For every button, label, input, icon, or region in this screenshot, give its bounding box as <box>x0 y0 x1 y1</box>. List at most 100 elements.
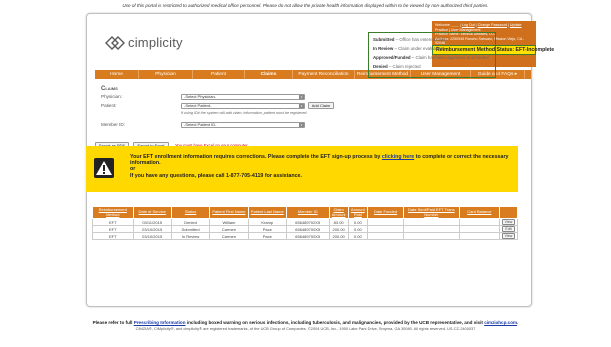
legend-submitted: Submitted – Office has entered claim <box>373 35 491 44</box>
alert-or: or <box>130 166 136 173</box>
cell-date-funded <box>366 225 405 233</box>
claims-table: Reimbursement Method Date of Service Sta… <box>92 206 518 240</box>
table-row: EFT 03/11/2015 Denied William Kramp 6564… <box>92 218 518 226</box>
brand-name: cimplicity <box>128 35 183 50</box>
table-header-row: Reimbursement Method Date of Service Sta… <box>92 206 518 219</box>
cell-card-balance <box>458 225 501 233</box>
cell-amount-paid: 0.00 <box>347 225 368 233</box>
member-id-select[interactable]: -Select Patient ID- ▾ <box>181 122 305 128</box>
col-patient-last-name[interactable]: Patient Last Name <box>247 206 287 219</box>
table-row: EFT 03/10/2015 Submitted Carmen Pace 656… <box>92 225 518 233</box>
col-eft-trans-number[interactable]: Date Sent/Paid EFT Trans Number <box>403 206 460 219</box>
cell-first-name: Carmen <box>209 232 249 240</box>
patient-label: Patient: <box>101 103 117 108</box>
legend-desc: – Office has entered claim <box>394 37 447 42</box>
cell-action: Edit <box>499 225 518 233</box>
physician-select[interactable]: -Select Physician- ▾ <box>181 94 305 100</box>
member-id-label: Member ID: <box>101 122 125 127</box>
col-amount-paid[interactable]: Amount Paid <box>347 206 368 219</box>
cell-claim-amount: 200.00 <box>328 232 349 240</box>
nav-physician[interactable]: Physician <box>139 70 193 79</box>
cell-card-balance <box>458 218 501 226</box>
legend-term: Approved/Funded <box>373 55 411 60</box>
view-button[interactable]: View <box>501 219 516 225</box>
col-card-balance[interactable]: Card Balance <box>458 206 501 219</box>
legend-desc: – Claim has been approved and funded <box>410 55 489 60</box>
footer-end: . <box>517 320 519 325</box>
cell-last-name: Pace <box>247 225 287 233</box>
cell-date: 03/10/2015 <box>132 225 172 233</box>
legend-term: In Review <box>373 46 394 51</box>
cell-method: EFT <box>92 232 134 240</box>
nav-arrow-icon: ▸ <box>514 72 518 77</box>
chevron-down-icon: ▾ <box>299 95 304 99</box>
cell-date: 03/11/2015 <box>132 218 172 226</box>
col-status[interactable]: Status <box>170 206 211 219</box>
legend-desc: – Claim rejected <box>387 64 421 69</box>
col-date-of-service[interactable]: Date of Service <box>132 206 172 219</box>
cell-first-name: Carmen <box>209 225 249 233</box>
footer-mid: including boxed warning on serious infec… <box>185 320 485 325</box>
table-row: EFT 03/10/2015 In Review Carmen Pace 656… <box>92 232 518 240</box>
user-management-link[interactable]: User Management <box>451 28 481 32</box>
log-out-link[interactable]: Log Out <box>462 23 475 27</box>
cell-action: View <box>499 218 518 226</box>
welcome-links: Welcome ____ | Log Out | Change Password… <box>435 23 522 32</box>
cell-claim-amount: 83.00 <box>328 218 349 226</box>
footer-pre: Please refer to full <box>92 320 134 325</box>
edit-button[interactable]: Edit <box>502 226 515 232</box>
alert-line1: Your EFT enrollment information requires… <box>130 154 382 160</box>
cell-member-id: 656489702X5 <box>285 218 330 226</box>
footer: Please refer to full Prescribing Informa… <box>0 320 611 332</box>
nav-patient[interactable]: Patient <box>193 70 245 79</box>
legend-term: Denied <box>373 64 388 69</box>
cell-eft-trans <box>403 225 460 233</box>
claims-title: Claims <box>101 86 118 92</box>
legend-approved: Approved/Funded – Claim has been approve… <box>373 53 491 62</box>
cell-card-balance <box>458 232 501 240</box>
view-button[interactable]: View <box>501 233 516 239</box>
cell-method: EFT <box>92 225 134 233</box>
welcome-text: Welcome <box>435 23 450 27</box>
cell-date-funded <box>366 218 405 226</box>
col-member-id[interactable]: Member ID <box>285 206 330 219</box>
legend-in-review: In Review – Claim under evaluation <box>373 44 491 53</box>
add-claim-button[interactable]: Add Claim <box>308 102 334 109</box>
warning-icon <box>94 158 114 178</box>
alert-text: Your EFT enrollment information requires… <box>130 154 510 179</box>
cell-status: Submitted <box>170 225 211 233</box>
member-id-select-value: -Select Patient ID- <box>184 122 217 127</box>
cell-amount-paid: 0.00 <box>347 232 368 240</box>
usage-notice: Use of this portal is restricted to auth… <box>122 3 489 8</box>
col-reimbursement-method[interactable]: Reimbursement Method <box>92 206 134 219</box>
physician-label: Physician: <box>101 94 122 99</box>
col-claim-amount[interactable]: Claim Amount <box>328 206 349 219</box>
cell-status: Denied <box>170 218 211 226</box>
prescribing-info-link[interactable]: Prescribing Information <box>134 320 186 325</box>
cell-amount-paid: 0.00 <box>347 218 368 226</box>
nav-payment-reconciliation[interactable]: Payment Reconciliation <box>293 70 355 79</box>
cell-first-name: William <box>209 218 249 226</box>
patient-select[interactable]: -Select Patient- ▾ <box>181 103 305 109</box>
cimplicity-logo[interactable]: cimplicity <box>105 35 183 50</box>
col-date-funded[interactable]: Date Funded <box>366 206 405 219</box>
cimziahcp-link[interactable]: cimziahcp.com <box>484 320 517 325</box>
physician-select-value: -Select Physician- <box>184 94 217 99</box>
clicking-here-link[interactable]: clicking here <box>382 154 414 160</box>
cell-last-name: Kramp <box>247 218 287 226</box>
cell-status: In Review <box>170 232 211 240</box>
legend-desc: – Claim under evaluation <box>393 46 444 51</box>
change-password-link[interactable]: Change Password <box>478 23 507 27</box>
legend-denied: Denied – Claim rejected <box>373 62 491 71</box>
alert-phone-line: If you have any questions, please call 1… <box>130 172 302 179</box>
cell-method: EFT <box>92 218 134 226</box>
eft-alert-banner: Your EFT enrollment information requires… <box>86 146 518 192</box>
cimplicity-logo-icon <box>105 35 125 50</box>
patient-select-value: -Select Patient- <box>184 103 212 108</box>
nav-home[interactable]: Home <box>95 70 139 79</box>
col-patient-first-name[interactable]: Patient First Name <box>209 206 249 219</box>
footer-trademark: CIMZIA®, CIMplicity®, and cimplicity® ar… <box>135 326 476 331</box>
patient-hint: If using ID# the system will add claim; … <box>181 111 307 115</box>
nav-claims[interactable]: Claims <box>245 70 293 79</box>
cell-date-funded <box>366 232 405 240</box>
